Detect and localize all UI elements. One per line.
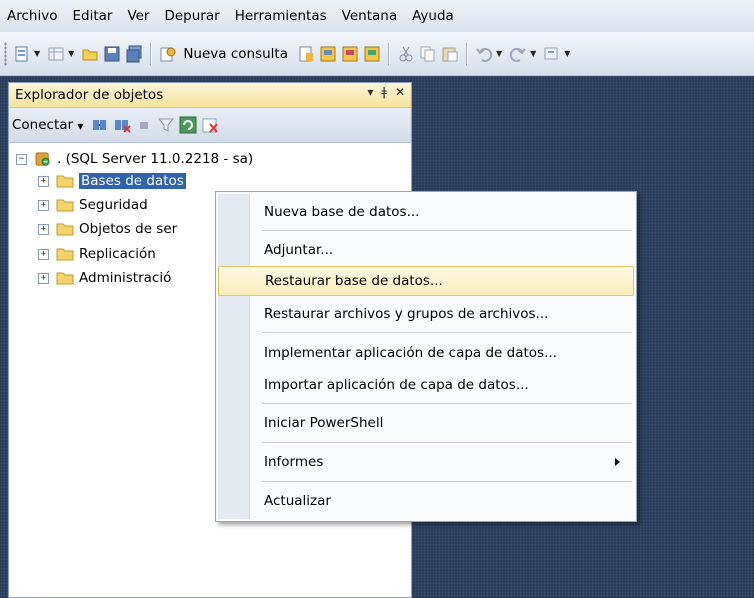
dmx-query-icon[interactable]	[340, 44, 360, 64]
dropdown-arrow-icon[interactable]: ▼	[564, 49, 570, 58]
add-item-icon[interactable]	[46, 44, 66, 64]
object-explorer-title-bar: Explorador de objetos ▾ ǂ ✕	[9, 83, 411, 108]
folder-icon	[56, 272, 74, 285]
tree-node-replicacion[interactable]: + Replicación	[38, 244, 156, 264]
menu-item-restaurar-base-de-datos[interactable]: Restaurar base de datos...	[218, 266, 634, 296]
mdx-query-icon[interactable]	[318, 44, 338, 64]
menu-separator	[262, 403, 632, 405]
new-query-icon[interactable]	[158, 44, 178, 64]
connect-button[interactable]: Conectar ▼	[12, 117, 84, 133]
menu-item-informes[interactable]: Informes	[218, 446, 634, 478]
navigate-icon[interactable]	[542, 44, 562, 64]
close-icon[interactable]: ✕	[395, 85, 405, 99]
menu-editar[interactable]: Editar	[71, 6, 113, 26]
folder-icon	[56, 248, 74, 261]
tree-node-objetos-de-servidor[interactable]: + Objetos de ser	[38, 219, 177, 239]
panel-window-buttons: ▾ ǂ ✕	[367, 85, 405, 99]
filter-icon[interactable]	[156, 115, 176, 135]
save-all-icon[interactable]	[124, 44, 144, 64]
tree-node-bases-de-datos[interactable]: + Bases de datos	[38, 171, 186, 191]
submenu-arrow-icon	[615, 458, 620, 466]
menu-item-nueva-base-de-datos[interactable]: Nueva base de datos...	[218, 196, 634, 228]
expand-icon[interactable]: +	[38, 248, 49, 260]
tree-node-administracion[interactable]: + Administració	[38, 268, 171, 288]
undo-icon[interactable]	[474, 44, 494, 64]
copy-icon[interactable]	[418, 44, 438, 64]
tree-node-seguridad[interactable]: + Seguridad	[38, 195, 148, 215]
paste-icon[interactable]	[440, 44, 460, 64]
activity-monitor-icon[interactable]	[200, 115, 220, 135]
expand-icon[interactable]: +	[38, 272, 49, 284]
connect-object-icon[interactable]	[90, 115, 110, 135]
dropdown-arrow-icon: ▼	[77, 122, 84, 131]
new-project-icon[interactable]	[12, 44, 32, 64]
tree-node-label: Seguridad	[79, 197, 148, 213]
open-folder-icon[interactable]	[80, 44, 100, 64]
save-icon[interactable]	[102, 44, 122, 64]
refresh-icon[interactable]	[178, 115, 198, 135]
expand-icon[interactable]: +	[38, 223, 49, 235]
pin-icon[interactable]: ǂ	[381, 85, 387, 99]
menu-ventana[interactable]: Ventana	[341, 6, 398, 26]
server-label: . (SQL Server 11.0.2218 - sa)	[57, 151, 254, 167]
menu-item-implementar-aplicacion[interactable]: Implementar aplicación de capa de datos.…	[218, 337, 634, 369]
cut-icon[interactable]	[396, 44, 416, 64]
tree-node-label: Objetos de ser	[79, 221, 178, 237]
menu-item-iniciar-powershell[interactable]: Iniciar PowerShell	[218, 407, 634, 439]
menu-herramientas[interactable]: Herramientas	[234, 6, 328, 26]
dropdown-arrow-icon[interactable]: ▼	[496, 49, 502, 58]
menu-separator	[262, 332, 632, 334]
stop-icon[interactable]	[134, 115, 154, 135]
menu-separator	[262, 442, 632, 444]
menu-item-restaurar-archivos[interactable]: Restaurar archivos y grupos de archivos.…	[218, 298, 634, 330]
menu-depurar[interactable]: Depurar	[163, 6, 220, 26]
panel-options-icon[interactable]: ▾	[367, 85, 373, 99]
tree-node-label: Replicación	[79, 246, 156, 262]
context-menu: Nueva base de datos... Adjuntar... Resta…	[215, 191, 637, 522]
menu-item-actualizar[interactable]: Actualizar	[218, 485, 634, 517]
tree-node-label: Administració	[79, 270, 172, 286]
menu-ver[interactable]: Ver	[126, 6, 150, 26]
collapse-icon[interactable]: −	[16, 153, 27, 165]
menu-separator	[262, 230, 632, 232]
menu-item-label: Informes	[264, 454, 324, 470]
object-tree: − . (SQL Server 11.0.2218 - sa) + Bases …	[9, 143, 411, 286]
expand-icon[interactable]: +	[38, 175, 49, 187]
expand-icon[interactable]: +	[38, 199, 49, 211]
server-icon	[35, 152, 50, 166]
disconnect-icon[interactable]	[112, 115, 132, 135]
menu-bar: Archivo Editar Ver Depurar Herramientas …	[0, 0, 754, 32]
menu-item-adjuntar[interactable]: Adjuntar...	[218, 234, 634, 266]
dropdown-arrow-icon[interactable]: ▼	[68, 49, 74, 58]
menu-item-importar-aplicacion[interactable]: Importar aplicación de capa de datos...	[218, 369, 634, 401]
folder-icon	[56, 199, 74, 212]
toolbar-separator	[465, 42, 468, 65]
tree-node-label: Bases de datos	[79, 173, 186, 189]
menu-ayuda[interactable]: Ayuda	[411, 6, 455, 26]
dropdown-arrow-icon[interactable]: ▼	[34, 49, 40, 58]
new-query-button[interactable]: Nueva consulta	[183, 46, 288, 62]
toolbar-separator	[150, 42, 153, 65]
dropdown-arrow-icon[interactable]: ▼	[530, 49, 536, 58]
connect-label: Conectar	[12, 117, 74, 133]
object-explorer-toolbar: Conectar ▼	[9, 108, 411, 143]
database-query-icon[interactable]	[296, 44, 316, 64]
folder-icon	[56, 223, 74, 236]
toolbar-grip[interactable]	[4, 41, 7, 66]
xmla-query-icon[interactable]	[362, 44, 382, 64]
redo-icon[interactable]	[508, 44, 528, 64]
server-node[interactable]: − . (SQL Server 11.0.2218 - sa)	[16, 149, 253, 169]
menu-separator	[262, 481, 632, 483]
panel-title: Explorador de objetos	[15, 87, 164, 103]
toolbar-separator	[387, 42, 390, 65]
standard-toolbar: ▼ ▼ Nueva consulta ▼ ▼ ▼	[0, 32, 754, 76]
folder-icon	[56, 175, 74, 188]
menu-archivo[interactable]: Archivo	[6, 6, 58, 26]
